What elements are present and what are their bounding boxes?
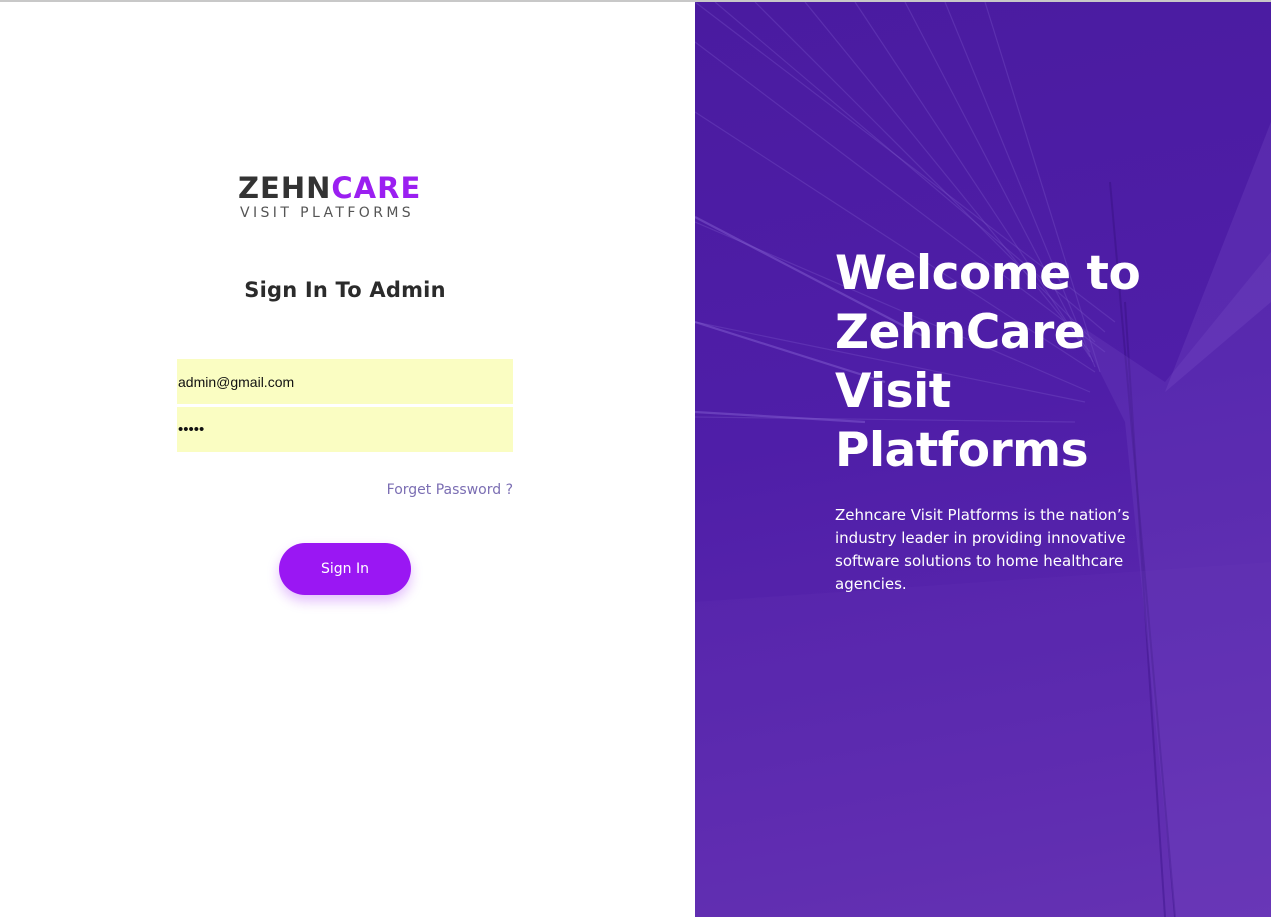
- forgot-password-link[interactable]: Forget Password ?: [300, 482, 513, 498]
- password-field[interactable]: [177, 407, 513, 452]
- email-field[interactable]: [177, 359, 513, 404]
- login-page: ZEHN CARE VISIT PLATFORMS Sign In To Admi…: [0, 0, 1271, 917]
- logo-word-care: CARE: [331, 171, 422, 205]
- logo-word-zehn: ZEHN: [238, 171, 332, 205]
- sign-in-button[interactable]: Sign In: [279, 543, 411, 595]
- welcome-heading: Welcome to ZehnCare Visit Platforms: [835, 246, 1141, 478]
- welcome-description: Zehncare Visit Platforms is the nation’s…: [835, 506, 1130, 593]
- page-title: Sign In To Admin: [244, 278, 446, 302]
- welcome-hero: Welcome to ZehnCare Visit Platforms Zehn…: [695, 2, 1271, 917]
- login-panel: ZEHN CARE VISIT PLATFORMS Sign In To Admi…: [0, 2, 695, 917]
- brand-logo: ZEHN CARE VISIT PLATFORMS: [238, 174, 454, 224]
- logo-tagline: VISIT PLATFORMS: [240, 205, 415, 221]
- logo-wordmark: ZEHN CARE: [238, 171, 422, 205]
